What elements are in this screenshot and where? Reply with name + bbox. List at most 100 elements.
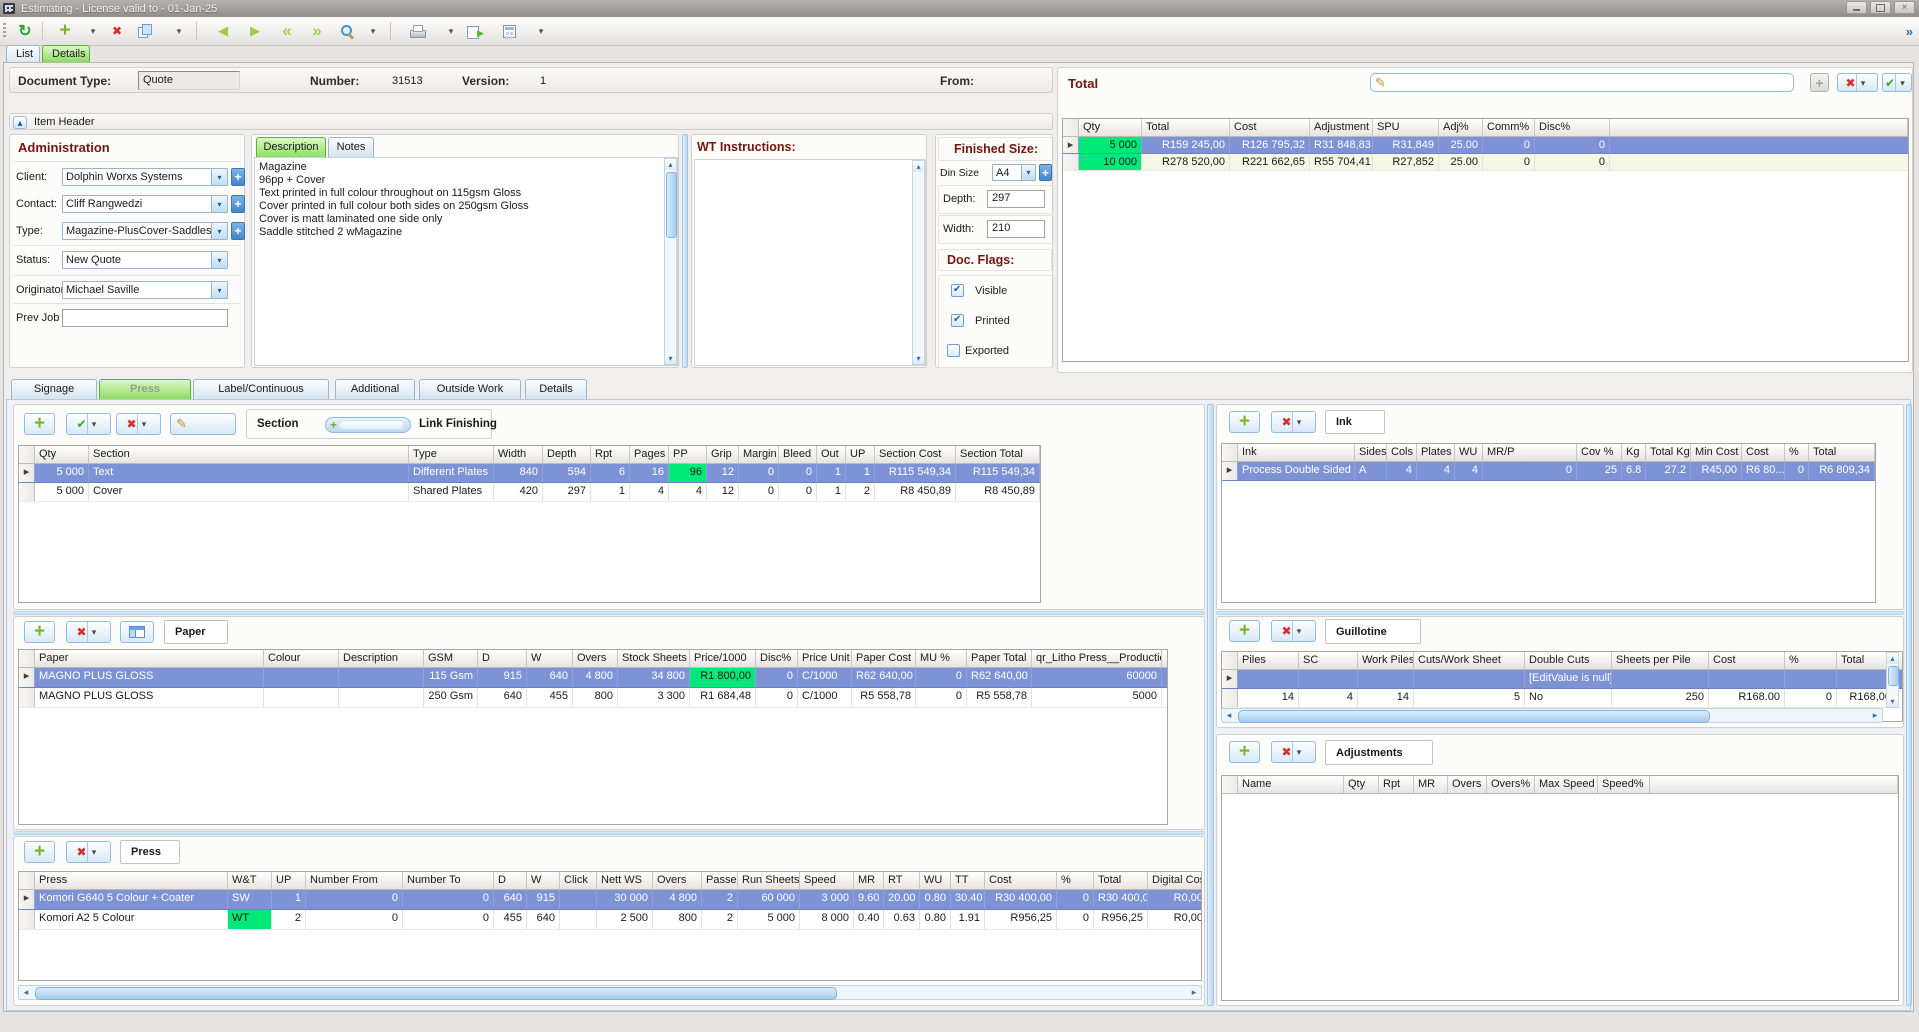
grid-cell[interactable]: 4 800 [653, 890, 702, 909]
grid-cell[interactable]: 8 000 [800, 910, 854, 929]
grid-cell[interactable]: C/1000 [798, 688, 852, 707]
grid-cell[interactable]: R0,00 [1148, 910, 1202, 929]
column-header[interactable]: Pages [630, 446, 669, 463]
grid-cell[interactable]: 0 [756, 668, 798, 687]
grid-row[interactable]: ▸Process Double SidedA4440256.827.2R45,0… [1222, 462, 1875, 481]
column-header[interactable]: Cuts/Work Sheet [1414, 652, 1525, 669]
contact-add-button[interactable]: + [231, 195, 245, 213]
column-header[interactable]: W&T [228, 872, 272, 889]
scroll-up-icon[interactable]: ▴ [665, 159, 676, 170]
grid-cell[interactable]: 640 [494, 890, 527, 909]
grid-cell[interactable] [1612, 670, 1709, 688]
grid-cell[interactable]: 60 000 [738, 890, 800, 909]
column-header[interactable]: Sides [1355, 444, 1387, 461]
grid-cell[interactable] [339, 688, 424, 707]
column-header[interactable]: Nett WS [597, 872, 653, 889]
scroll-down-icon[interactable]: ▾ [913, 353, 924, 364]
grid-cell[interactable]: 840 [494, 464, 543, 482]
scroll-down-icon[interactable]: ▾ [665, 353, 676, 364]
right-scroll-strip[interactable] [1906, 404, 1912, 1006]
column-header[interactable]: Cost [1230, 119, 1310, 136]
guillotine-delete-dropdown[interactable] [1292, 621, 1306, 641]
print-button[interactable] [406, 20, 428, 42]
total-delete-button[interactable] [1837, 73, 1878, 92]
column-header[interactable]: Paper Cost [852, 650, 916, 667]
grid-cell[interactable]: 2 [702, 910, 738, 929]
tab-list[interactable]: List [6, 45, 40, 62]
press-delete-button[interactable] [66, 841, 111, 863]
grid-cell[interactable]: 14 [1238, 689, 1299, 707]
grid-cell[interactable]: 0.40 [854, 910, 884, 929]
column-header[interactable]: Passes [702, 872, 738, 889]
tab-outside-work[interactable]: Outside Work [419, 379, 521, 399]
column-header[interactable]: Min Cost [1691, 444, 1742, 461]
grid-cell[interactable] [1785, 670, 1837, 688]
tab-notes[interactable]: Notes [328, 137, 374, 157]
grid-cell[interactable] [264, 668, 339, 687]
grid-row[interactable]: Komori A2 5 ColourWT2004556402 50080025 … [19, 910, 1201, 930]
column-header[interactable]: Total [1142, 119, 1230, 136]
printed-checkbox[interactable] [951, 314, 964, 327]
column-header[interactable]: Overs [1448, 776, 1487, 793]
grid-cell[interactable]: 1 [817, 483, 846, 501]
grid-cell[interactable]: R159 245,00 [1142, 137, 1230, 153]
grid-cell[interactable]: R0,00 [1148, 890, 1202, 909]
grid-cell[interactable]: Cover [89, 483, 409, 501]
row-indicator[interactable] [19, 910, 35, 929]
export-button[interactable] [464, 20, 486, 42]
grid-cell[interactable]: MAGNO PLUS GLOSS [35, 688, 264, 707]
grid-cell[interactable]: Text [89, 464, 409, 482]
grid-cell[interactable]: R30 400,00 [985, 890, 1057, 909]
grid-cell[interactable]: 594 [543, 464, 591, 482]
ink-add-button[interactable] [1229, 411, 1260, 433]
scroll-down-icon[interactable]: ▾ [1887, 696, 1898, 707]
column-header[interactable]: Grip [707, 446, 739, 463]
column-header[interactable]: Overs [573, 650, 618, 667]
grid-cell[interactable] [1709, 670, 1785, 688]
grid-row[interactable]: ▸MAGNO PLUS GLOSS115 Gsm9156404 80034 80… [19, 668, 1167, 688]
toolbar-overflow-icon[interactable]: » [1906, 24, 1913, 39]
grid-cell[interactable]: 0 [1785, 462, 1809, 480]
grid-cell[interactable]: R31 848,83 [1310, 137, 1373, 153]
grid-cell[interactable]: 0.80 [920, 910, 951, 929]
column-header[interactable]: Number From [306, 872, 403, 889]
grid-cell[interactable]: R168.00 [1709, 689, 1785, 707]
grid-row[interactable]: 5 000CoverShared Plates420297144120012R8… [19, 483, 1040, 502]
grid-cell[interactable]: 30.40 [951, 890, 985, 909]
grid-cell[interactable]: 5 000 [1079, 137, 1142, 153]
grid-cell[interactable]: R115 549,34 [956, 464, 1040, 482]
column-header[interactable]: Cost [985, 872, 1057, 889]
grid-cell[interactable] [339, 668, 424, 687]
column-header[interactable]: Depth [543, 446, 591, 463]
column-header[interactable]: Rpt [1379, 776, 1414, 793]
column-header[interactable]: TT [951, 872, 985, 889]
din-size-combo[interactable]: A4▾ [992, 164, 1036, 181]
grid-cell[interactable]: R8 450,89 [875, 483, 956, 501]
total-add-button[interactable]: + [1810, 73, 1829, 92]
grid-cell[interactable]: R5 558,78 [967, 688, 1032, 707]
column-header[interactable]: Bleed [779, 446, 817, 463]
tab-details[interactable]: Details [42, 45, 90, 62]
grid-cell[interactable]: 1 [817, 464, 846, 482]
column-header[interactable]: Cov % [1577, 444, 1622, 461]
grid-cell[interactable]: 250 [1612, 689, 1709, 707]
exported-checkbox[interactable] [947, 344, 960, 357]
grid-cell[interactable]: 800 [573, 688, 618, 707]
grid-row[interactable]: 10 000R278 520,00R221 662,65R55 704,41R2… [1063, 154, 1908, 171]
column-header[interactable]: % [1785, 652, 1837, 669]
grid-cell[interactable]: R6 80... [1742, 462, 1785, 480]
column-header[interactable]: Paper [35, 650, 264, 667]
visible-checkbox[interactable] [951, 284, 964, 297]
grid-cell[interactable]: 915 [527, 890, 560, 909]
grid-cell[interactable]: 455 [527, 688, 573, 707]
grid-cell[interactable]: 25 [1577, 462, 1622, 480]
column-header[interactable]: Kg [1622, 444, 1646, 461]
grid-cell[interactable]: R956,25 [1094, 910, 1148, 929]
grid-cell[interactable]: 420 [494, 483, 543, 501]
grid-cell[interactable]: 0 [1057, 890, 1094, 909]
grid-cell[interactable]: 0 [916, 668, 967, 687]
column-header[interactable]: SPU [1373, 119, 1439, 136]
grid-row[interactable]: 144145No250R168.000R168,00 [1222, 689, 1902, 708]
grid-cell[interactable]: 34 800 [618, 668, 690, 687]
grid-cell[interactable]: 0 [739, 464, 779, 482]
